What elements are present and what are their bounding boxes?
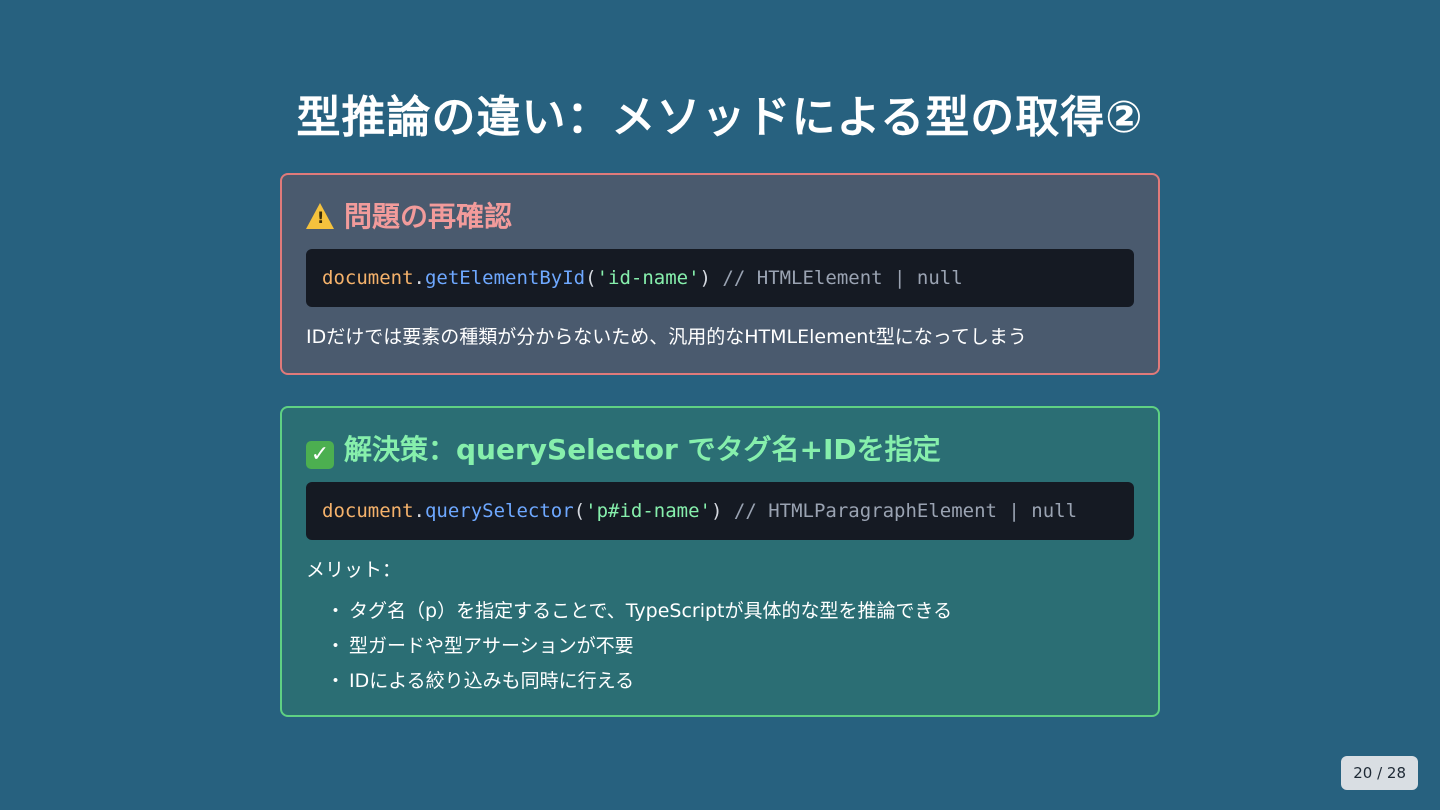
page-total: 28 xyxy=(1386,764,1406,782)
code-open-paren: ( xyxy=(585,267,597,289)
code-close-paren: ) xyxy=(710,500,723,522)
problem-heading-text: 問題の再確認 xyxy=(344,200,513,233)
solution-heading-text: 解決策：querySelector でタグ名+IDを指定 xyxy=(344,433,941,466)
bullet: ・ xyxy=(326,670,346,692)
problem-code-block: document.getElementById('id-name') // HT… xyxy=(306,249,1134,307)
code-comment: // HTMLParagraphElement | null xyxy=(722,500,1078,522)
code-argument: 'p#id-name' xyxy=(585,500,711,522)
code-dot: . xyxy=(413,500,425,522)
problem-heading: ! 問題の再確認 xyxy=(306,197,512,237)
page-current: 20 xyxy=(1353,764,1373,782)
problem-card: ! 問題の再確認 document.getElementById('id-name… xyxy=(280,173,1160,375)
bullet: ・ xyxy=(326,600,346,622)
merit-text: タグ名（p）を指定することで、TypeScriptが具体的な型を推論できる xyxy=(349,600,953,622)
code-close-paren: ) xyxy=(699,267,711,289)
code-argument: 'id-name' xyxy=(596,267,700,289)
page-counter: 20 / 28 xyxy=(1341,756,1418,790)
slide: 型推論の違い：メソッドによる型の取得② ! 問題の再確認 document.get… xyxy=(0,0,1440,810)
code-open-paren: ( xyxy=(573,500,586,522)
merit-label: メリット： xyxy=(306,559,402,581)
code-object: document xyxy=(322,500,414,522)
code-comment: // HTMLElement | null xyxy=(710,267,963,289)
list-item: ・ IDによる絞り込みも同時に行える xyxy=(326,664,952,699)
page-separator: / xyxy=(1372,764,1387,782)
merit-text: 型ガードや型アサーションが不要 xyxy=(349,635,634,657)
bullet: ・ xyxy=(326,635,346,657)
code-object: document xyxy=(322,267,414,289)
code-dot: . xyxy=(413,267,425,289)
solution-card: ✓ 解決策：querySelector でタグ名+IDを指定 document.q… xyxy=(280,406,1160,717)
code-method: querySelector xyxy=(424,500,574,522)
merit-text: IDによる絞り込みも同時に行える xyxy=(349,670,635,692)
check-mark-icon: ✓ xyxy=(306,441,334,469)
problem-description: IDだけでは要素の種類が分からないため、汎用的なHTMLElement型になって… xyxy=(306,326,1027,348)
merit-list: ・タグ名（p）を指定することで、TypeScriptが具体的な型を推論できる ・… xyxy=(326,594,952,699)
list-item: ・タグ名（p）を指定することで、TypeScriptが具体的な型を推論できる xyxy=(326,594,952,629)
warning-icon: ! xyxy=(306,203,334,229)
code-method: getElementById xyxy=(424,267,586,289)
slide-title: 型推論の違い：メソッドによる型の取得② xyxy=(296,92,1144,143)
solution-heading: ✓ 解決策：querySelector でタグ名+IDを指定 xyxy=(306,430,941,470)
list-item: ・型ガードや型アサーションが不要 xyxy=(326,629,952,664)
solution-code-block: document.querySelector('p#id-name') // H… xyxy=(306,482,1134,540)
